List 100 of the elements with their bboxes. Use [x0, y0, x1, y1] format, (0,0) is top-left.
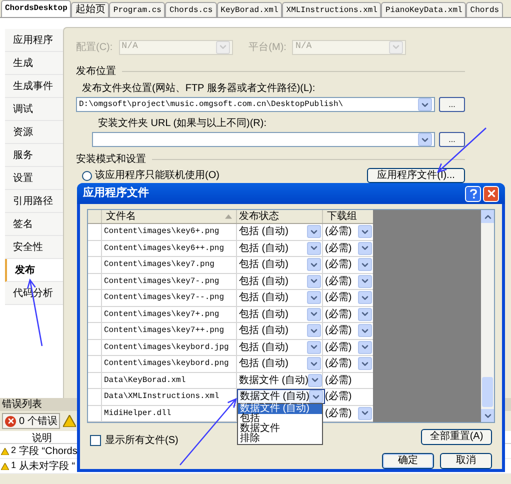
download-group-cell-text: (必需) — [325, 274, 352, 289]
dropdown-button[interactable] — [418, 133, 432, 146]
publish-status-cell[interactable]: 包括 (自动) — [237, 356, 322, 372]
field-label: 安装文件夹 URL (如果与以上不同)(R): — [98, 116, 268, 131]
dropdown-button[interactable] — [358, 242, 372, 255]
publish-status-cell[interactable]: 包括 (自动) — [237, 224, 322, 240]
column-header[interactable]: 发布状态 — [237, 210, 323, 223]
error-icon — [5, 416, 16, 426]
browse-button[interactable]: ... — [439, 97, 465, 112]
sidebar-item[interactable]: 安全性 — [5, 236, 63, 259]
document-tab[interactable]: XMLInstructions.xml — [282, 2, 382, 17]
document-tab[interactable]: Chords — [466, 2, 504, 17]
sidebar-item[interactable]: 服务 — [5, 144, 63, 167]
dropdown-button[interactable] — [307, 225, 321, 238]
document-tab[interactable]: Program.cs — [109, 2, 166, 17]
dropdown-button[interactable] — [309, 390, 324, 404]
dropdown-button[interactable] — [358, 406, 372, 420]
annotation-arrow — [180, 398, 237, 466]
sidebar-item[interactable]: 签名 — [5, 213, 63, 236]
dropdown-button[interactable] — [358, 291, 372, 304]
file-name-cell: Content\images\key7-.png — [102, 274, 237, 289]
help-button[interactable] — [465, 186, 481, 202]
column-header[interactable]: 文件名 — [106, 210, 136, 223]
chevron-down-icon — [218, 42, 228, 52]
file-name-cell: Content\images\key7++.png — [102, 323, 237, 338]
dropdown-button[interactable] — [358, 274, 372, 288]
ok-button[interactable]: 确定 — [382, 453, 434, 469]
sidebar-item[interactable]: 引用路径 — [5, 190, 63, 213]
column-header[interactable]: 下载组 — [323, 210, 373, 223]
dropdown-button[interactable] — [358, 357, 372, 370]
publish-status-cell[interactable]: 包括 (自动) — [237, 257, 322, 272]
vertical-scrollbar[interactable] — [481, 210, 494, 422]
dropdown-button[interactable] — [307, 308, 321, 321]
dropdown-button[interactable] — [358, 258, 372, 272]
dropdown-button[interactable] — [307, 291, 321, 304]
dropdown-button[interactable] — [358, 324, 372, 338]
radio-label: 该应用程序只能联机使用(O) — [95, 168, 220, 183]
row-number: 2 — [11, 444, 17, 458]
download-group-cell-text: (必需) — [325, 308, 352, 322]
dropdown-button[interactable] — [307, 340, 321, 354]
publish-status-cell[interactable]: 包括 (自动) — [237, 323, 322, 338]
sidebar-item[interactable]: 应用程序 — [5, 29, 63, 52]
errors-filter-button[interactable]: 0 个错误 — [2, 413, 60, 429]
row-number: 1 — [11, 459, 17, 472]
download-group-cell-text: (必需) — [325, 242, 352, 256]
publish-status-cell[interactable]: 包括 (自动) — [237, 306, 322, 322]
reset-all-button[interactable]: 全部重置(A) — [421, 429, 492, 445]
file-name-cell: Content\images\key7+.png — [102, 306, 237, 322]
sidebar-item[interactable]: 生成事件 — [5, 75, 63, 98]
dropdown-option[interactable]: 排除 — [238, 434, 322, 444]
download-group-cell-text: (必需) — [325, 324, 352, 338]
dropdown-button[interactable] — [307, 274, 321, 288]
publish-status-combo-box[interactable]: 数据文件 (自动) — [237, 389, 326, 404]
radio-button[interactable] — [82, 170, 92, 180]
checkbox[interactable] — [90, 435, 101, 446]
browse-button[interactable]: ... — [439, 132, 465, 147]
publish-status-cell[interactable]: 包括 (自动) — [237, 340, 322, 355]
sidebar-item[interactable]: 调试 — [5, 98, 63, 121]
scrollbar-thumb[interactable] — [482, 377, 493, 407]
sidebar-item[interactable]: 发布 — [5, 259, 63, 282]
document-tab[interactable]: PianoKeyData.xml — [381, 2, 466, 17]
publish-status-cell[interactable]: 包括 (自动) — [237, 240, 322, 256]
dropdown-option[interactable]: 数据文件 (自动) — [238, 404, 322, 414]
publish-status-cell[interactable]: 包括 (自动) — [237, 274, 322, 289]
close-button[interactable] — [483, 186, 499, 202]
sidebar-item[interactable]: 设置 — [5, 167, 63, 190]
configuration-label: 配置(C): — [76, 40, 113, 54]
folder-combo-box[interactable]: D:\omgsoft\project\music.omgsoft.com.cn\DesktopPublish\ — [76, 97, 435, 112]
error-description: 从未对字段 “ — [19, 460, 76, 474]
document-tab[interactable]: 起始页 — [71, 2, 110, 17]
checkbox-label: 显示所有文件(S) — [105, 434, 178, 448]
platform-label: 平台(M): — [248, 40, 286, 54]
dropdown-button[interactable] — [307, 258, 321, 272]
dropdown-button[interactable] — [307, 357, 321, 370]
cancel-button[interactable]: 取消 — [440, 453, 492, 469]
sidebar-item[interactable]: 生成 — [5, 52, 63, 75]
dropdown-button[interactable] — [307, 324, 321, 338]
file-name-cell: Content\images\key7--.png — [102, 290, 237, 306]
document-tab[interactable]: KeyBorad.xml — [216, 2, 282, 17]
dropdown-button[interactable] — [418, 98, 432, 111]
dropdown-button[interactable] — [358, 308, 372, 321]
dropdown-button[interactable] — [308, 374, 322, 387]
dropdown-button[interactable] — [358, 340, 372, 354]
dropdown-option[interactable]: 包括 — [238, 414, 322, 424]
section-heading: 发布位置 — [76, 64, 116, 79]
dropdown-option[interactable]: 数据文件 — [238, 424, 322, 434]
document-tab[interactable]: ChordsDesktop — [1, 0, 72, 17]
dropdown-button[interactable] — [358, 225, 372, 238]
question-mark-icon — [470, 188, 476, 198]
close-icon — [486, 188, 496, 199]
publish-status-cell[interactable]: 数据文件 (自动) — [237, 372, 324, 388]
url-combo-box[interactable] — [92, 132, 435, 147]
file-name-cell: Content\images\keybord.jpg — [102, 340, 237, 355]
document-tab[interactable]: Chords.cs — [165, 2, 217, 17]
dropdown-button[interactable] — [307, 242, 321, 255]
file-name-cell: Content\images\key6++.png — [102, 240, 237, 256]
application-files-button[interactable]: 应用程序文件(I)... — [367, 168, 465, 183]
sidebar-item[interactable]: 资源 — [5, 121, 63, 144]
publish-status-cell[interactable]: 包括 (自动) — [237, 290, 322, 306]
field-label: 发布文件夹位置(网站、FTP 服务器或者文件路径)(L): — [82, 82, 316, 96]
